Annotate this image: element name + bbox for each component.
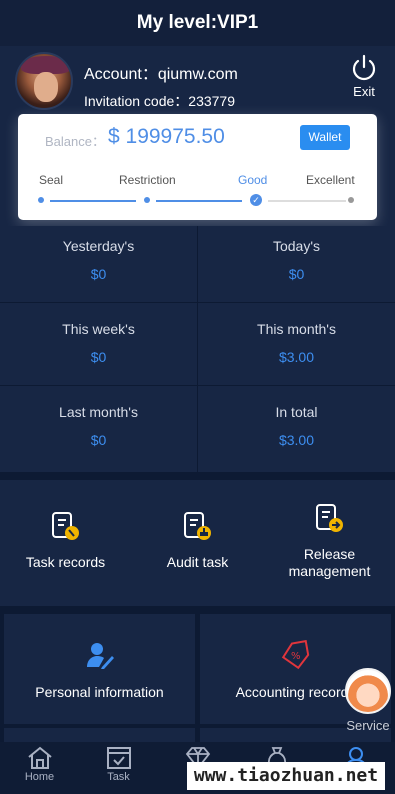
customer-service-button[interactable]: Service: [342, 668, 394, 738]
wallet-button[interactable]: Wallet: [300, 125, 350, 150]
release-management-label: Release management: [288, 546, 371, 579]
tab-task[interactable]: Task: [79, 742, 158, 794]
tab-label: Task: [107, 771, 130, 783]
exit-label: Exit: [353, 84, 375, 99]
divider: [197, 226, 198, 472]
release-management-button[interactable]: Release management: [264, 480, 395, 606]
stat-this-month: This month's $3.00: [198, 309, 395, 391]
level-dot-seal: [38, 197, 44, 203]
power-icon: [352, 54, 376, 81]
level-track-1: [50, 200, 136, 202]
task-records-label: Task records: [25, 554, 106, 570]
audit-task-label: Audit task: [166, 554, 229, 570]
tab-home[interactable]: Home: [0, 742, 79, 794]
earnings-stats: Yesterday's $0 Today's $0 This week's $0…: [0, 226, 395, 472]
stat-value: $3.00: [278, 349, 315, 365]
invitation-code-text: Invitation code：233779: [84, 93, 235, 109]
stat-yesterday: Yesterday's $0: [0, 226, 197, 308]
stat-label: Yesterday's: [62, 238, 135, 254]
task-records-button[interactable]: Task records: [0, 480, 131, 606]
tab-label: Home: [24, 771, 55, 783]
level-excellent: Excellent: [306, 173, 355, 187]
stat-value: $0: [288, 266, 305, 282]
stat-label: This month's: [257, 321, 336, 337]
level-dot-good-check-icon: ✓: [250, 194, 262, 206]
stat-label: This week's: [62, 321, 135, 337]
account-text: Account：qiumw.com: [84, 66, 238, 83]
task-menu: Task records Audit task Release manageme…: [0, 480, 395, 606]
stat-today: Today's $0: [198, 226, 395, 308]
personal-information-button[interactable]: Personal information: [4, 614, 195, 724]
exit-button[interactable]: Exit: [344, 54, 384, 104]
balance-label: Balance：: [45, 134, 105, 149]
audit-task-button[interactable]: Audit task: [132, 480, 263, 606]
task-records-icon: [50, 510, 82, 542]
stat-value: $0: [90, 432, 107, 448]
user-edit-icon: [85, 640, 115, 670]
personal-information-label: Personal information: [35, 684, 164, 700]
balance-value: $ 199975.50: [108, 125, 225, 148]
audit-task-icon: [182, 510, 214, 542]
home-icon: [27, 746, 52, 769]
level-seal: Seal: [39, 173, 64, 187]
level-restriction: Restriction: [119, 173, 176, 187]
level-track-3: [268, 200, 346, 202]
menu-row-partial: [4, 728, 195, 742]
accounting-tag-icon: %: [281, 639, 311, 670]
page-title: My level:VIP1: [136, 12, 259, 33]
level-track-2: [156, 200, 242, 202]
svg-text:%: %: [291, 651, 301, 662]
watermark: www.tiaozhuan.net: [187, 762, 385, 790]
stat-value: $0: [90, 349, 107, 365]
level-good: Good: [238, 173, 268, 187]
release-management-icon: [314, 502, 346, 534]
stat-last-month: Last month's $0: [0, 392, 197, 474]
stat-label: In total: [275, 404, 318, 420]
service-agent-icon: [345, 668, 391, 714]
stat-value: $0: [90, 266, 107, 282]
level-dot-restriction: [144, 197, 150, 203]
stat-label: Today's: [272, 238, 321, 254]
balance-card: Balance： $ 199975.50 Wallet Seal Restric…: [18, 114, 377, 220]
stat-in-total: In total $3.00: [198, 392, 395, 474]
avatar[interactable]: [15, 52, 73, 110]
task-icon: [106, 747, 131, 769]
stat-label: Last month's: [59, 404, 138, 420]
stat-this-week: This week's $0: [0, 309, 197, 391]
service-label: Service: [346, 718, 390, 733]
stat-value: $3.00: [278, 432, 315, 448]
level-dot-excellent: [348, 197, 354, 203]
page-header: My level:VIP1: [0, 0, 395, 46]
